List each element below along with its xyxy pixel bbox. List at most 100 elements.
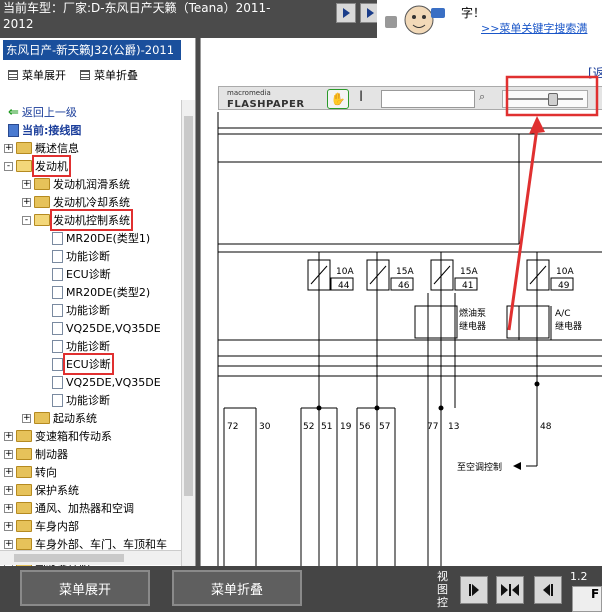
document-icon: [52, 267, 63, 281]
ac-relay-label-2: 继电器: [555, 320, 582, 332]
bottom-collapse-button[interactable]: 菜单折叠: [172, 570, 302, 606]
folder-icon: [16, 538, 32, 550]
connector-pin-label: 51: [321, 422, 332, 432]
expand-icon[interactable]: +: [4, 431, 13, 441]
tree-item[interactable]: + 起动系统: [22, 410, 97, 426]
tree-item-label: ECU诊断: [63, 353, 114, 375]
ad-banner[interactable]: 字！ >>菜单关键字搜索满: [377, 0, 602, 38]
expand-icon[interactable]: +: [4, 449, 13, 459]
tree-item-label: 功能诊断: [66, 340, 110, 353]
bar-icon: [509, 584, 511, 596]
folder-icon: [16, 142, 32, 154]
connector-pin-label: 72: [227, 422, 238, 432]
tree-item[interactable]: + 变速箱和传动系: [4, 428, 112, 444]
fuse-amp-label: 10A: [556, 267, 574, 277]
current-car-label: 当前车型：厂家:D-东风日产天籁（Teana）2011-2012: [3, 1, 271, 31]
fuse-number-label: 46: [398, 281, 410, 291]
fuel-relay-label-2: 继电器: [459, 320, 486, 332]
tree-item[interactable]: 功能诊断: [40, 338, 110, 354]
tree-collapse-all[interactable]: 菜单折叠: [80, 68, 138, 82]
tree-item[interactable]: + 发动机冷却系统: [22, 194, 130, 210]
scrollbar-thumb[interactable]: [14, 554, 124, 562]
expand-icon[interactable]: +: [4, 143, 13, 153]
tree-item-label: 车身内部: [35, 520, 79, 533]
connector-pin-label: 30: [259, 422, 271, 432]
collapse-icon[interactable]: -: [22, 215, 31, 225]
connector-pin-label: 13: [448, 422, 459, 432]
tree-item[interactable]: + 概述信息: [4, 140, 79, 156]
tree-item[interactable]: + 车身内部: [4, 518, 79, 534]
expand-icon[interactable]: +: [4, 521, 13, 531]
folder-icon: [16, 466, 32, 478]
tree-item[interactable]: 功能诊断: [40, 248, 110, 264]
tree-item-label: 功能诊断: [66, 394, 110, 407]
tree-item-label: 起动系统: [53, 412, 97, 425]
tree-item-label: 转向: [35, 466, 57, 479]
document-icon: [52, 375, 63, 389]
document-icon: [52, 285, 63, 299]
tree-horizontal-scrollbar[interactable]: [0, 550, 181, 565]
folder-icon: [16, 160, 32, 172]
fuse-amp-label: 10A: [336, 267, 354, 277]
tree-item[interactable]: 功能诊断: [40, 392, 110, 408]
navigation-tree-pane: 东风日产-新天籁J32(公爵)-2011 菜单展开 菜单折叠 ⇐ 返回上一级 当前…: [0, 38, 196, 566]
two-page-button[interactable]: [496, 576, 524, 604]
tree-item[interactable]: ECU诊断: [40, 266, 111, 282]
prev-page-button[interactable]: [534, 576, 562, 604]
tree-item[interactable]: + 制动器: [4, 446, 68, 462]
current-label: 当前:接线图: [22, 124, 82, 137]
fuse-amp-label: 15A: [460, 267, 478, 277]
bar-icon: [469, 584, 471, 596]
connector-pin-label: 19: [340, 422, 352, 432]
book-icon: [8, 123, 19, 137]
tree-item[interactable]: + 发动机润滑系统: [22, 176, 130, 192]
tree-item[interactable]: MR20DE(类型1): [40, 230, 150, 246]
tree-item[interactable]: ECU诊断: [40, 353, 114, 375]
tree-item[interactable]: + 转向: [4, 464, 57, 480]
bottom-expand-button[interactable]: 菜单展开: [20, 570, 150, 606]
document-icon: [52, 249, 63, 263]
ad-search-link[interactable]: >>菜单关键字搜索满: [481, 20, 587, 36]
scrollbar-thumb[interactable]: [184, 116, 193, 496]
expand-icon[interactable]: +: [4, 539, 13, 549]
next-page-button[interactable]: [336, 3, 356, 23]
wiring-diagram: 10A 44 15A 46 15A 41 10A 49 燃油泵 继电器 A/C 继电器 至空调…: [217, 75, 602, 566]
document-icon: [52, 303, 63, 317]
fuse-amp-label: 15A: [396, 267, 414, 277]
back-link[interactable]: ⇐ 返回上一级: [8, 104, 77, 120]
tree-vertical-scrollbar[interactable]: [181, 100, 195, 566]
document-icon: [52, 339, 63, 353]
tree-item-label: 功能诊断: [66, 304, 110, 317]
expand-icon[interactable]: +: [22, 413, 31, 423]
reverse-icon: [512, 584, 519, 596]
connector-pin-label: 56: [359, 422, 371, 432]
expand-icon[interactable]: +: [4, 485, 13, 495]
top-bar: 当前车型：厂家:D-东风日产天籁（Teana）2011-2012 字！ >>菜单…: [0, 0, 602, 38]
tree-item[interactable]: + 保护系统: [4, 482, 79, 498]
tree-expand-all[interactable]: 菜单展开: [8, 68, 66, 82]
tree-item[interactable]: VQ25DE,VQ35DE: [40, 320, 161, 336]
folder-icon: [16, 520, 32, 532]
tree-expand-label: 菜单展开: [22, 69, 66, 82]
document-viewer: [返 macromedia FLASHPAPER ✋ I ⌕: [200, 38, 602, 566]
collapse-icon[interactable]: -: [4, 161, 13, 171]
tree-item[interactable]: - 发动机控制系统: [22, 209, 133, 231]
connector-pin-label: 77: [427, 422, 438, 432]
tree-item[interactable]: 功能诊断: [40, 302, 110, 318]
expand-icon[interactable]: +: [22, 179, 31, 189]
next-page-button[interactable]: [460, 576, 488, 604]
document-icon: [52, 393, 63, 407]
document-icon: [52, 357, 63, 371]
folder-icon: [16, 448, 32, 460]
expand-icon[interactable]: +: [22, 197, 31, 207]
tree-item[interactable]: + 通风、加热器和空调: [4, 500, 134, 516]
tree-item[interactable]: MR20DE(类型2): [40, 284, 150, 300]
page-box[interactable]: F: [572, 586, 602, 612]
folder-icon: [16, 484, 32, 496]
expand-icon[interactable]: +: [4, 503, 13, 513]
tree-item-label: 发动机: [32, 155, 71, 177]
page-indicator: 1.2: [570, 570, 588, 583]
tree-item[interactable]: VQ25DE,VQ35DE: [40, 374, 161, 390]
tree-item[interactable]: - 发动机: [4, 155, 71, 177]
expand-icon[interactable]: +: [4, 467, 13, 477]
